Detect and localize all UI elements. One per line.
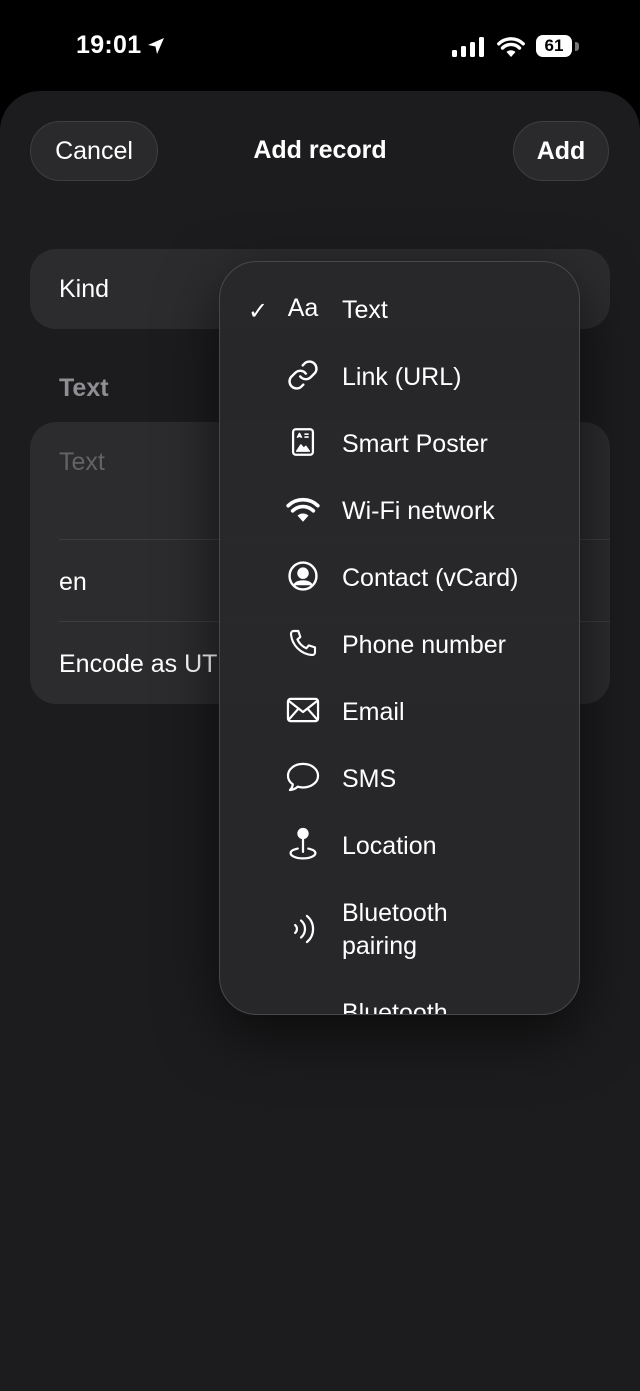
text-input[interactable]: Text xyxy=(59,448,105,477)
menu-item-label: Smart Poster xyxy=(342,430,488,458)
message-bubble-icon xyxy=(284,758,322,796)
link-icon xyxy=(284,356,322,394)
kind-label: Kind xyxy=(59,275,110,303)
checkmark-icon: ✓ xyxy=(248,298,269,325)
battery-level: 61 xyxy=(536,35,572,57)
contact-icon xyxy=(284,557,322,595)
cellular-signal-icon xyxy=(452,37,484,57)
menu-item-sms[interactable]: SMS xyxy=(220,744,579,811)
menu-item-label: SMS xyxy=(342,765,397,793)
wifi-status-icon xyxy=(497,37,525,57)
menu-item-label: Email xyxy=(342,698,405,726)
menu-item-bluetooth-pairing[interactable]: Bluetooth pairing xyxy=(220,878,579,978)
encode-utf-label: Encode as UT xyxy=(59,650,218,678)
menu-item-label: Phone number xyxy=(342,631,507,659)
location-arrow-icon xyxy=(148,38,164,54)
text-format-icon: Aa xyxy=(287,293,319,322)
menu-item-email[interactable]: Email xyxy=(220,677,579,744)
menu-item-smart-poster[interactable]: Smart Poster xyxy=(220,409,579,476)
battery-cap xyxy=(575,42,579,51)
menu-item-label: Location xyxy=(342,832,437,860)
status-time: 19:01 xyxy=(76,31,142,59)
menu-item-label: Wi-Fi network xyxy=(342,497,495,525)
text-section-header: Text xyxy=(59,374,109,402)
menu-item-label: Link (URL) xyxy=(342,363,462,391)
menu-item-label: Text xyxy=(342,296,388,324)
menu-item-link[interactable]: Link (URL) xyxy=(220,342,579,409)
menu-item-wifi[interactable]: Wi-Fi network xyxy=(220,476,579,543)
menu-item-label: Bluetooth xyxy=(342,999,448,1015)
menu-item-text[interactable]: ✓ Aa Text xyxy=(220,275,579,342)
wifi-icon xyxy=(284,490,322,528)
envelope-icon xyxy=(284,691,322,729)
menu-item-label: Contact (vCard) xyxy=(342,564,519,592)
menu-item-label: Bluetooth pairing xyxy=(342,899,448,960)
status-bar: 19:01 61 xyxy=(0,0,640,92)
phone-icon xyxy=(284,624,322,662)
kind-dropdown-menu: ✓ Aa Text Link (URL) Smart Poster Wi-Fi … xyxy=(219,261,580,1015)
menu-item-phone[interactable]: Phone number xyxy=(220,610,579,677)
bluetooth-waves-icon xyxy=(284,910,322,948)
location-pin-icon xyxy=(284,825,322,863)
menu-item-bluetooth[interactable]: Bluetooth xyxy=(220,978,579,1015)
smart-poster-icon xyxy=(284,423,322,461)
menu-item-contact[interactable]: Contact (vCard) xyxy=(220,543,579,610)
add-button[interactable]: Add xyxy=(513,121,609,181)
menu-item-location[interactable]: Location xyxy=(220,811,579,878)
language-field[interactable]: en xyxy=(59,568,87,597)
